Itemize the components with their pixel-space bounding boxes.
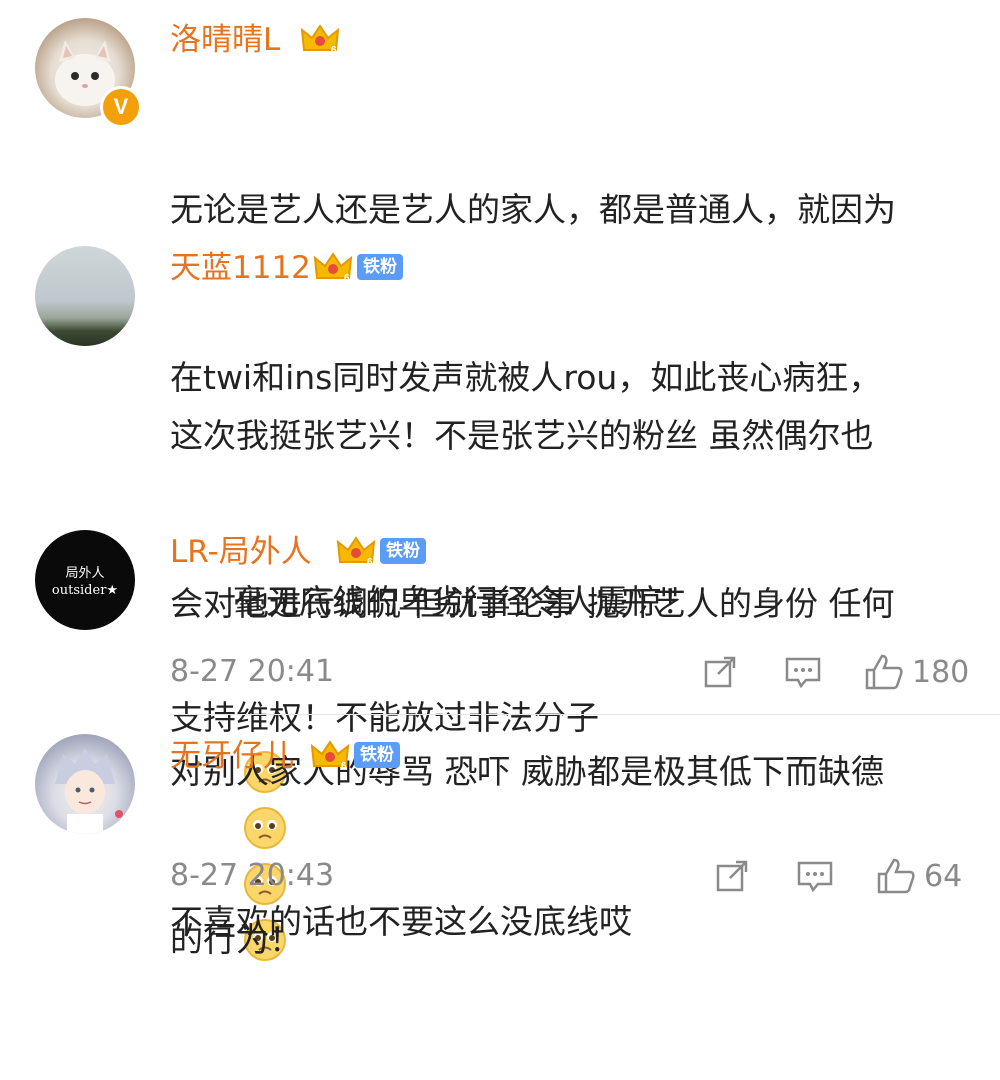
verified-badge: V <box>100 86 142 128</box>
comment-meta: 8-27 20:43 64 <box>170 856 970 896</box>
like-count: 64 <box>924 858 963 894</box>
comment-icon <box>785 657 821 689</box>
user-badges: 6 铁粉 <box>336 534 426 568</box>
crown-icon: 6 <box>336 534 376 568</box>
like-icon <box>877 858 915 894</box>
comment-icon <box>797 861 833 893</box>
user-avatar[interactable] <box>35 734 135 834</box>
username[interactable]: 洛晴晴L <box>170 20 280 60</box>
comment-meta: 8-27 20:41 180 <box>170 652 970 692</box>
share-icon <box>704 656 736 688</box>
user-badges: 6 铁粉 <box>310 738 400 772</box>
fan-badge: 铁粉 <box>357 254 403 280</box>
crown-icon: 6 <box>300 22 340 56</box>
timestamp: 8-27 20:41 <box>170 654 335 689</box>
crown-icon: 6 <box>310 738 350 772</box>
like-count: 180 <box>912 654 970 690</box>
comment-button[interactable] <box>796 856 834 896</box>
comment-line: 这次我挺张艺兴！不是张艺兴的粉丝 虽然偶尔也 <box>170 416 874 455</box>
comment-divider <box>170 714 1000 715</box>
user-badges: 6 铁粉 <box>313 250 403 284</box>
user-avatar[interactable] <box>35 246 135 346</box>
comment-text: 不喜欢的话也不要这么没底线哎 <box>170 782 970 1062</box>
username[interactable]: LR-局外人 <box>170 532 312 572</box>
comment-line: 无论是艺人还是艺人的家人，都是普通人，就因为 <box>170 190 896 229</box>
fan-badge: 铁粉 <box>354 742 400 768</box>
timestamp: 8-27 20:43 <box>170 858 335 893</box>
username[interactable]: 无牙仔儿 <box>170 736 294 776</box>
share-button[interactable] <box>702 652 738 692</box>
svg-text:6: 6 <box>341 761 347 772</box>
svg-text:6: 6 <box>331 45 337 56</box>
share-button[interactable] <box>714 856 750 896</box>
svg-text:6: 6 <box>367 557 373 568</box>
share-icon <box>716 860 748 892</box>
like-icon <box>865 654 903 690</box>
avatar-text: 局外人 <box>65 566 105 581</box>
comment-button[interactable] <box>784 652 822 692</box>
like-button[interactable]: 180 <box>864 652 969 692</box>
user-avatar[interactable]: 局外人 outsider★ <box>35 530 135 630</box>
like-button[interactable]: 64 <box>876 856 962 896</box>
crown-icon: 6 <box>313 250 353 284</box>
anime-avatar-image <box>55 748 123 834</box>
svg-text:6: 6 <box>344 273 350 284</box>
avatar-text: outsider★ <box>51 583 119 598</box>
username[interactable]: 天蓝1112 <box>170 248 311 288</box>
user-badges: 6 <box>300 22 340 56</box>
comment-line: 不喜欢的话也不要这么没底线哎 <box>170 902 632 941</box>
fan-badge: 铁粉 <box>380 538 426 564</box>
